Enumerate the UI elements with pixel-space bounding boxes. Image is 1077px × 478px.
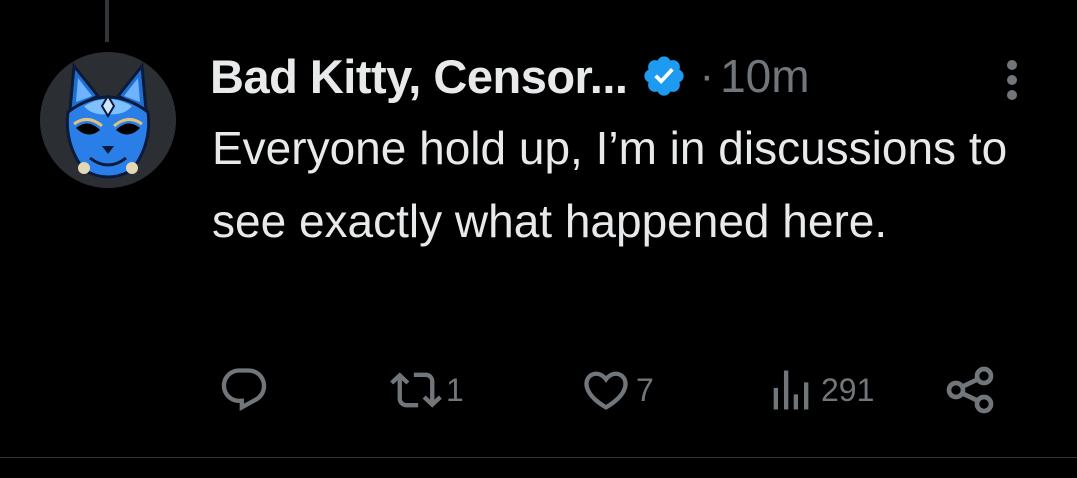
like-count: 7 <box>636 371 654 408</box>
display-name[interactable]: Bad Kitty, Censor... <box>210 49 628 104</box>
timestamp[interactable]: 10m <box>720 49 809 103</box>
repost-button[interactable]: 1 <box>390 364 464 416</box>
repost-count: 1 <box>446 371 464 408</box>
views-count: 291 <box>821 371 875 408</box>
separator-dot: · <box>699 51 715 100</box>
views-icon <box>773 370 809 410</box>
reply-button[interactable] <box>218 364 274 416</box>
like-button[interactable]: 7 <box>580 364 654 416</box>
views-button[interactable]: 291 <box>765 364 874 416</box>
bottom-divider <box>0 457 1077 458</box>
tweet-text: Everyone hold up, I’m in discussions to … <box>212 122 1008 247</box>
reply-icon <box>221 368 267 412</box>
verified-badge-icon[interactable] <box>641 53 687 99</box>
cat-mask-avatar-image <box>40 52 176 188</box>
share-button[interactable] <box>942 364 998 416</box>
heart-icon <box>584 371 628 410</box>
avatar[interactable] <box>40 52 176 188</box>
thread-connector-line <box>105 0 109 42</box>
share-icon <box>946 366 994 414</box>
more-options-icon[interactable] <box>1000 56 1024 104</box>
repost-icon <box>390 372 442 408</box>
tweet-header: Bad Kitty, Censor... · 10m <box>210 48 810 104</box>
